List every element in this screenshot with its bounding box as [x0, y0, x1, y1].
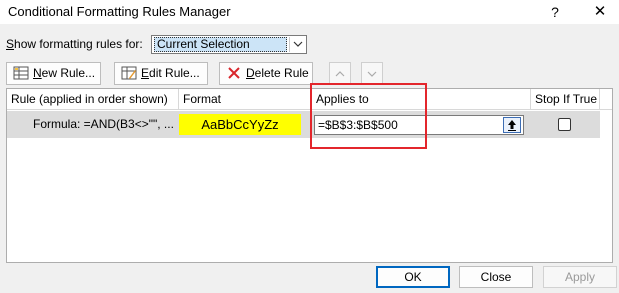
delete-rule-label: elete Rule [254, 66, 309, 80]
edit-rule-label: dit Rule... [149, 66, 200, 80]
help-button[interactable]: ? [547, 2, 563, 22]
show-rules-dropdown[interactable]: Current Selection [151, 35, 307, 54]
chevron-down-icon[interactable] [289, 37, 305, 52]
move-down-button[interactable] [361, 62, 383, 85]
new-rule-label: ew Rule... [41, 66, 96, 80]
title-bar: Conditional Formatting Rules Manager ? ✕ [0, 0, 619, 24]
new-rule-accel: N [33, 66, 42, 80]
close-button[interactable]: Close [459, 266, 533, 288]
column-header-rule: Rule (applied in order shown) [7, 89, 179, 110]
stop-if-true-checkbox[interactable] [558, 118, 571, 131]
applies-to-field[interactable]: =$B$3:$B$500 [314, 115, 524, 135]
range-collapse-button[interactable] [503, 117, 521, 133]
new-rule-button[interactable]: New Rule... [6, 62, 101, 85]
applies-to-value: =$B$3:$B$500 [318, 118, 398, 132]
format-preview: AaBbCcYyZz [179, 114, 301, 135]
edit-rule-button[interactable]: Edit Rule... [114, 62, 208, 85]
rules-table: Rule (applied in order shown) Format App… [6, 88, 613, 263]
show-rules-label-text: how formatting rules for: [14, 37, 143, 51]
table-row[interactable]: Formula: =AND(B3<>"", ... AaBbCcYyZz =$B… [7, 111, 600, 138]
rule-description: Formula: =AND(B3<>"", ... [33, 117, 174, 131]
apply-button[interactable]: Apply [543, 266, 617, 288]
show-rules-label-accel: S [6, 37, 15, 51]
collapse-arrow-icon [508, 120, 516, 131]
delete-icon [228, 67, 240, 79]
table-header: Rule (applied in order shown) Format App… [7, 89, 612, 110]
show-rules-selected: Current Selection [154, 37, 287, 52]
chevron-up-icon [335, 71, 345, 77]
chevron-down-icon [367, 71, 377, 77]
move-up-button[interactable] [329, 62, 351, 85]
window-title: Conditional Formatting Rules Manager [8, 4, 231, 19]
edit-rule-accel: E [141, 66, 150, 80]
show-rules-label: Show formatting rules for: [6, 37, 143, 51]
column-header-format: Format [179, 89, 312, 110]
ok-button[interactable]: OK [376, 266, 450, 288]
delete-rule-accel: D [246, 66, 255, 80]
column-header-stop-if-true: Stop If True [531, 89, 600, 110]
new-rule-icon [13, 66, 29, 80]
column-header-applies-to: Applies to [312, 89, 531, 110]
edit-rule-icon [121, 66, 137, 80]
close-window-button[interactable]: ✕ [590, 2, 610, 22]
delete-rule-button[interactable]: Delete Rule [219, 62, 313, 85]
